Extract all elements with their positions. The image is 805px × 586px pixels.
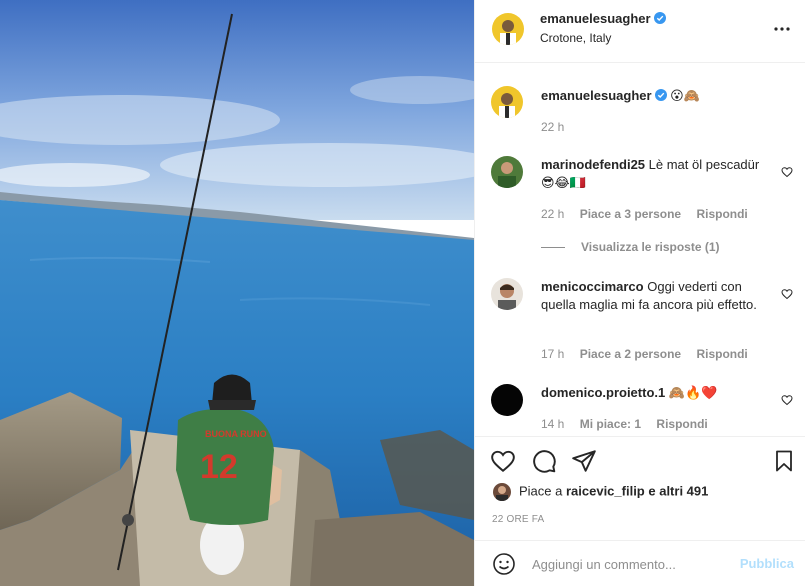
emoji-picker-icon[interactable] — [492, 552, 516, 576]
post-header: emanuelesuagher Crotone, Italy — [475, 0, 805, 63]
post-actions: Piace a raicevic_filip e altri 491 22 OR… — [475, 436, 805, 540]
post-side-panel: emanuelesuagher Crotone, Italy emanueles… — [474, 0, 805, 586]
like-heart-icon[interactable] — [489, 447, 517, 475]
comment-username[interactable]: menicoccimarco — [541, 279, 644, 294]
more-options-icon[interactable] — [770, 17, 794, 41]
likes-summary: Piace a raicevic_filip e altri 491 — [493, 483, 708, 503]
comment-bubble-icon[interactable] — [530, 447, 558, 475]
comment-reply-button[interactable]: Rispondi — [696, 207, 747, 221]
comment-likes[interactable]: Piace a 3 persone — [580, 207, 681, 221]
comment-username[interactable]: marinodefendi25 — [541, 157, 645, 172]
publish-button[interactable]: Pubblica — [740, 556, 794, 571]
caption-time[interactable]: 22 h — [541, 120, 564, 134]
fishing-photo: BUONA RUNO 12 — [0, 0, 474, 586]
replies-divider-line — [541, 247, 565, 249]
comment-time[interactable]: 17 h — [541, 347, 564, 361]
post-location[interactable]: Crotone, Italy — [540, 31, 611, 45]
post-timestamp[interactable]: 22 ORE FA — [492, 514, 544, 525]
verified-badge-icon — [654, 89, 667, 101]
comment-time[interactable]: 14 h — [541, 417, 564, 431]
comment-reply-button[interactable]: Rispondi — [696, 347, 747, 361]
comment-username[interactable]: domenico.proietto.1 — [541, 385, 665, 400]
save-bookmark-icon[interactable] — [770, 447, 798, 475]
comment-avatar[interactable] — [491, 156, 523, 188]
liker-avatar[interactable] — [493, 483, 511, 501]
caption-avatar[interactable] — [491, 86, 523, 118]
likes-prefix: Piace a — [519, 483, 566, 499]
jersey-name: BUONA RUNO — [205, 429, 267, 439]
view-replies-button[interactable]: Visualizza le risposte (1) — [541, 240, 720, 254]
add-comment-bar: Pubblica — [475, 540, 805, 586]
comment-avatar[interactable] — [491, 278, 523, 310]
comment-text: 🙈🔥❤️ — [668, 385, 718, 400]
caption-username[interactable]: emanuelesuagher — [541, 88, 652, 103]
comment-input[interactable] — [532, 553, 732, 575]
comment-avatar[interactable] — [491, 384, 523, 416]
author-username[interactable]: emanuelesuagher — [540, 11, 651, 26]
comment-likes[interactable]: Piace a 2 persone — [580, 347, 681, 361]
likes-others[interactable]: e altri 491 — [645, 483, 708, 498]
caption-text: 😮🙈 — [670, 88, 700, 103]
comment-like-heart-icon[interactable] — [781, 288, 793, 300]
post-photo[interactable]: BUONA RUNO 12 — [0, 0, 474, 586]
comment-like-heart-icon[interactable] — [781, 394, 793, 406]
share-send-icon[interactable] — [570, 447, 598, 475]
liker-username[interactable]: raicevic_filip — [566, 483, 645, 498]
comment-like-heart-icon[interactable] — [781, 166, 793, 178]
jersey-number: 12 — [200, 448, 238, 486]
verified-badge-icon — [653, 12, 666, 24]
comment-likes[interactable]: Mi piace: 1 — [580, 417, 641, 431]
author-avatar[interactable] — [492, 13, 524, 45]
view-replies-label: Visualizza le risposte (1) — [581, 240, 720, 254]
comment-reply-button[interactable]: Rispondi — [656, 417, 707, 431]
comment-time[interactable]: 22 h — [541, 207, 564, 221]
comments-list[interactable]: emanuelesuagher 😮🙈 22 h marinodefendi25 … — [475, 64, 805, 436]
